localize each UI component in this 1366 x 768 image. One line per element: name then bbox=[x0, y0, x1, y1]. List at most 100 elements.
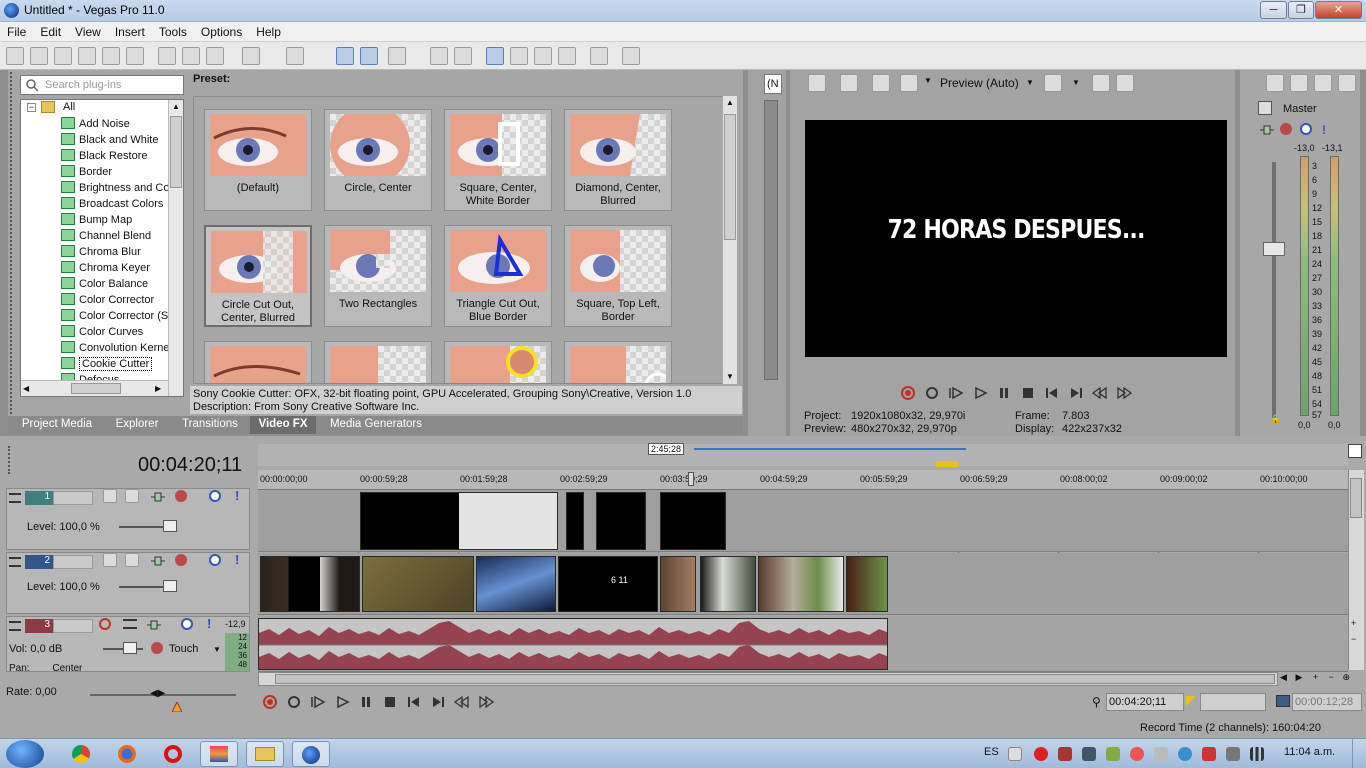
track-header-1[interactable]: 1 ! Level: 100,0 % bbox=[6, 488, 250, 550]
menu-help[interactable]: Help bbox=[249, 22, 288, 39]
tree-item-bump-map[interactable]: Bump Map bbox=[61, 213, 169, 229]
zoom-in-time-icon[interactable]: + bbox=[1313, 672, 1318, 682]
rate-slider-handle[interactable]: ◀▶ bbox=[150, 688, 174, 700]
firefox-taskbar-icon[interactable] bbox=[108, 741, 146, 767]
mixer-menu-icon[interactable] bbox=[1338, 74, 1356, 92]
video-clip[interactable] bbox=[476, 556, 556, 612]
video-clip[interactable] bbox=[700, 556, 756, 612]
action-center-icon[interactable] bbox=[1202, 747, 1216, 761]
preset-row3-1[interactable] bbox=[204, 341, 312, 383]
master-properties-icon[interactable] bbox=[1266, 74, 1284, 92]
tree-item-add-noise[interactable]: Add Noise bbox=[61, 117, 169, 133]
play-button[interactable] bbox=[334, 694, 350, 710]
clock[interactable]: 11:04 a.m. bbox=[1284, 746, 1335, 758]
track-minimize-icon[interactable] bbox=[9, 557, 21, 567]
open-folder-icon[interactable] bbox=[30, 47, 48, 65]
composite-mode-icon[interactable] bbox=[103, 489, 117, 503]
signal-icon[interactable] bbox=[1250, 747, 1264, 761]
preset-circle-center[interactable]: Circle, Center bbox=[324, 109, 432, 211]
preset-triangle-cut-out-blue-border[interactable]: Triangle Cut Out, Blue Border bbox=[444, 225, 552, 327]
track-name-field[interactable] bbox=[53, 491, 93, 505]
track-fx-gear-icon[interactable] bbox=[175, 554, 187, 566]
snapping-icon[interactable] bbox=[388, 47, 406, 65]
keyboard-icon[interactable] bbox=[1008, 747, 1022, 761]
loop-playback-button[interactable] bbox=[924, 385, 940, 401]
tree-root-all[interactable]: All bbox=[63, 101, 75, 113]
preset-default[interactable]: (Default) bbox=[204, 109, 312, 211]
redo-icon[interactable] bbox=[286, 47, 304, 65]
track-motion-icon[interactable] bbox=[151, 491, 165, 503]
tray-app-icon[interactable] bbox=[1226, 747, 1240, 761]
tab-explorer[interactable]: Explorer bbox=[104, 416, 170, 434]
mute-icon[interactable] bbox=[181, 618, 193, 630]
opera-taskbar-icon[interactable] bbox=[154, 741, 192, 767]
collapse-toggle-icon[interactable]: − bbox=[27, 103, 36, 112]
preset-vscroll[interactable]: ▲ ▼ bbox=[722, 96, 737, 384]
whats-this-help-icon[interactable] bbox=[622, 47, 640, 65]
timeline-zoom-controls[interactable]: ◀ ▶ + − ⊕ bbox=[1278, 672, 1362, 686]
split-dropdown-icon[interactable]: ▼ bbox=[924, 76, 932, 85]
make-compositing-child-icon[interactable] bbox=[125, 489, 139, 503]
volume-icon[interactable] bbox=[1154, 747, 1168, 761]
tree-item-color-corrector[interactable]: Color Corrector bbox=[61, 293, 169, 309]
previous-frame-button[interactable] bbox=[453, 694, 470, 710]
trimmer-tab[interactable]: (N bbox=[764, 74, 782, 94]
minimize-button[interactable]: ─ bbox=[1260, 1, 1287, 19]
tree-item-cookie-cutter[interactable]: Cookie Cutter bbox=[61, 357, 169, 373]
scroll-right-icon[interactable]: ▶ bbox=[155, 384, 161, 393]
preset-row3-4[interactable] bbox=[564, 341, 672, 383]
paste-icon[interactable] bbox=[206, 47, 224, 65]
mute-icon[interactable] bbox=[1300, 123, 1312, 135]
rate-reset-marker-icon[interactable] bbox=[171, 700, 183, 713]
video-clip[interactable] bbox=[596, 492, 646, 550]
next-frame-button[interactable] bbox=[478, 694, 495, 710]
media-app-taskbar-icon[interactable] bbox=[200, 741, 238, 767]
timeline-vscroll[interactable]: + − bbox=[1348, 470, 1364, 670]
zoom-out-time-icon[interactable]: − bbox=[1329, 672, 1334, 682]
track-name-field[interactable] bbox=[53, 555, 93, 569]
selection-tool-icon[interactable] bbox=[534, 47, 552, 65]
go-to-start-button[interactable] bbox=[1044, 385, 1060, 401]
overlays-dropdown-icon[interactable]: ▼ bbox=[1072, 78, 1080, 87]
stop-button[interactable] bbox=[1020, 385, 1036, 401]
solo-icon[interactable]: ! bbox=[235, 552, 239, 567]
save-snapshot-icon[interactable] bbox=[1116, 74, 1134, 92]
arm-for-record-icon[interactable] bbox=[99, 618, 111, 630]
tree-item-color-corrector-secondary[interactable]: Color Corrector (S bbox=[61, 309, 169, 325]
marker-tool-icon[interactable] bbox=[1348, 444, 1362, 458]
track-minimize-icon[interactable] bbox=[9, 493, 21, 503]
video-clip[interactable] bbox=[566, 492, 584, 550]
tab-media-generators[interactable]: Media Generators bbox=[320, 416, 432, 434]
menu-tools[interactable]: Tools bbox=[152, 22, 194, 39]
new-project-icon[interactable] bbox=[6, 47, 24, 65]
scroll-left-icon[interactable]: ◀ bbox=[23, 384, 29, 393]
timeline-ruler[interactable]: 00:00:00;00 00:00:59;28 00:01:59;28 00:0… bbox=[258, 470, 1348, 490]
tree-item-color-balance[interactable]: Color Balance bbox=[61, 277, 169, 293]
preset-row3-2[interactable] bbox=[324, 341, 432, 383]
marker-flag-icon[interactable] bbox=[936, 461, 958, 467]
vscroll-thumb[interactable] bbox=[724, 114, 736, 240]
play-button[interactable] bbox=[972, 385, 988, 401]
undo-icon[interactable] bbox=[242, 47, 260, 65]
zoom-tool-small-icon[interactable]: ⊕ bbox=[1342, 672, 1350, 682]
zoom-in-icon[interactable]: + bbox=[1351, 618, 1356, 628]
video-fx-icon[interactable] bbox=[872, 74, 890, 92]
automation-gear-icon[interactable] bbox=[151, 642, 163, 654]
scroll-up-icon[interactable]: ▲ bbox=[726, 98, 734, 107]
cut-icon[interactable] bbox=[158, 47, 176, 65]
record-button[interactable] bbox=[262, 694, 278, 710]
preset-circle-cut-out-center-blurred[interactable]: Circle Cut Out, Center, Blurred bbox=[204, 225, 312, 327]
zoom-out-icon[interactable]: − bbox=[1351, 634, 1356, 644]
vscroll-thumb[interactable] bbox=[170, 116, 182, 188]
preview-quality-dropdown[interactable]: Preview (Auto) bbox=[940, 76, 1019, 90]
mute-icon[interactable] bbox=[209, 554, 221, 566]
selection-bar[interactable]: 2:45;28 bbox=[258, 443, 1348, 467]
track-name-field[interactable] bbox=[53, 619, 93, 633]
tab-video-fx[interactable]: Video FX bbox=[250, 416, 316, 434]
pause-button[interactable] bbox=[358, 694, 374, 710]
timeline-grip[interactable] bbox=[8, 446, 12, 474]
preset-two-rectangles[interactable]: Two Rectangles bbox=[324, 225, 432, 327]
close-button[interactable]: ✕ bbox=[1315, 1, 1362, 19]
tree-item-black-and-white[interactable]: Black and White bbox=[61, 133, 169, 149]
tray-app-icon[interactable] bbox=[1082, 747, 1096, 761]
